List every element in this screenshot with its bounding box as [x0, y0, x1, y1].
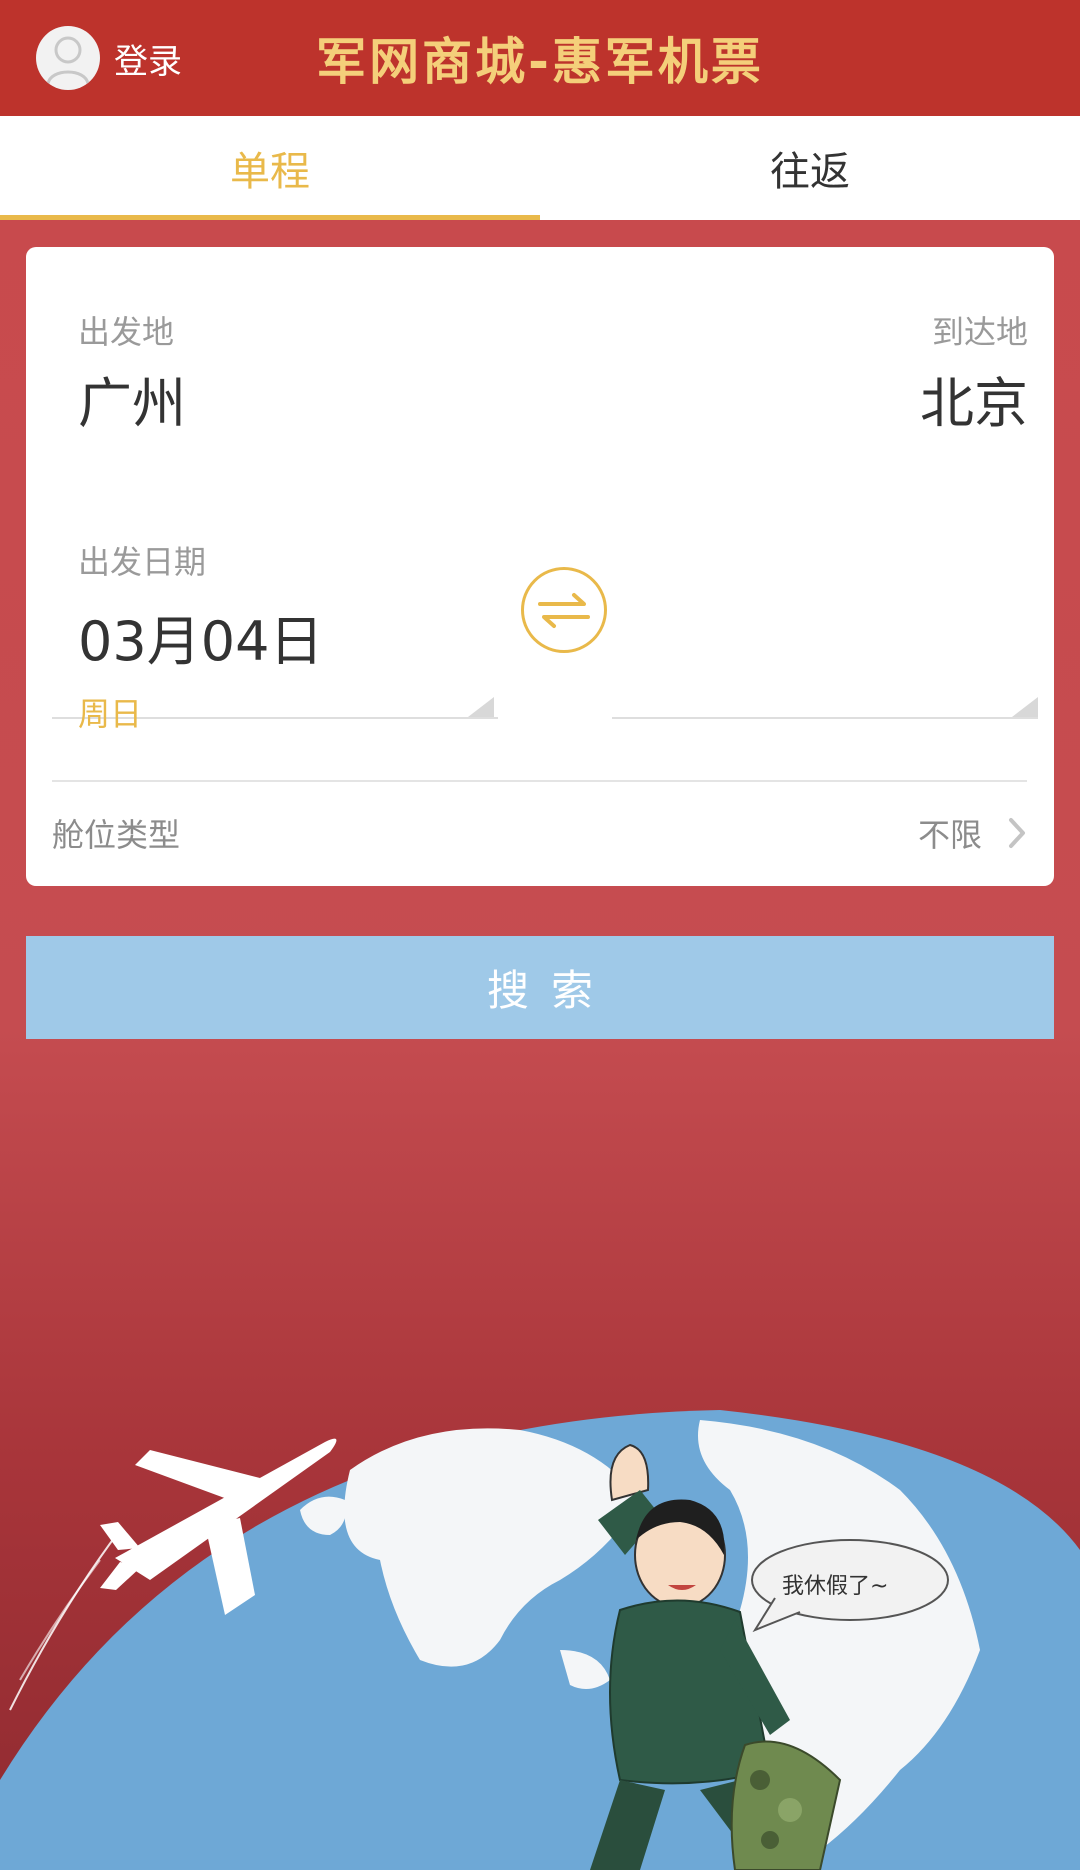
page-title: 军网商城-惠军机票 — [316, 33, 764, 91]
search-button[interactable]: 搜索 — [26, 936, 1054, 1039]
cabin-class-selector[interactable]: 舱位类型 不限 — [26, 782, 1054, 886]
travel-illustration — [0, 1410, 1080, 1870]
weekday-label: 周日 — [78, 695, 143, 733]
destination-label: 到达地 — [931, 313, 1028, 351]
destination-field[interactable]: 到达地 北京 — [612, 287, 1028, 487]
date-label: 出发日期 — [78, 543, 207, 581]
app-header: 登录 军网商城-惠军机票 — [0, 0, 1080, 116]
cabin-value: 不限 — [917, 816, 982, 854]
date-value: 03月04日 — [78, 610, 324, 673]
speech-bubble-text: 我休假了~ — [782, 1574, 889, 1599]
origin-field[interactable]: 出发地 广州 — [52, 287, 498, 487]
trip-type-tabs: 单程 往返 — [0, 116, 1080, 220]
cabin-label: 舱位类型 — [52, 816, 181, 854]
departure-date-field[interactable]: 出发日期 03月04日 周日 — [52, 517, 1028, 757]
origin-label: 出发地 — [78, 313, 175, 351]
tab-round-trip[interactable]: 往返 — [540, 116, 1080, 220]
tab-one-way[interactable]: 单程 — [0, 116, 540, 220]
chevron-right-icon — [1009, 818, 1025, 848]
destination-city: 北京 — [920, 372, 1028, 435]
origin-city: 广州 — [78, 372, 186, 435]
